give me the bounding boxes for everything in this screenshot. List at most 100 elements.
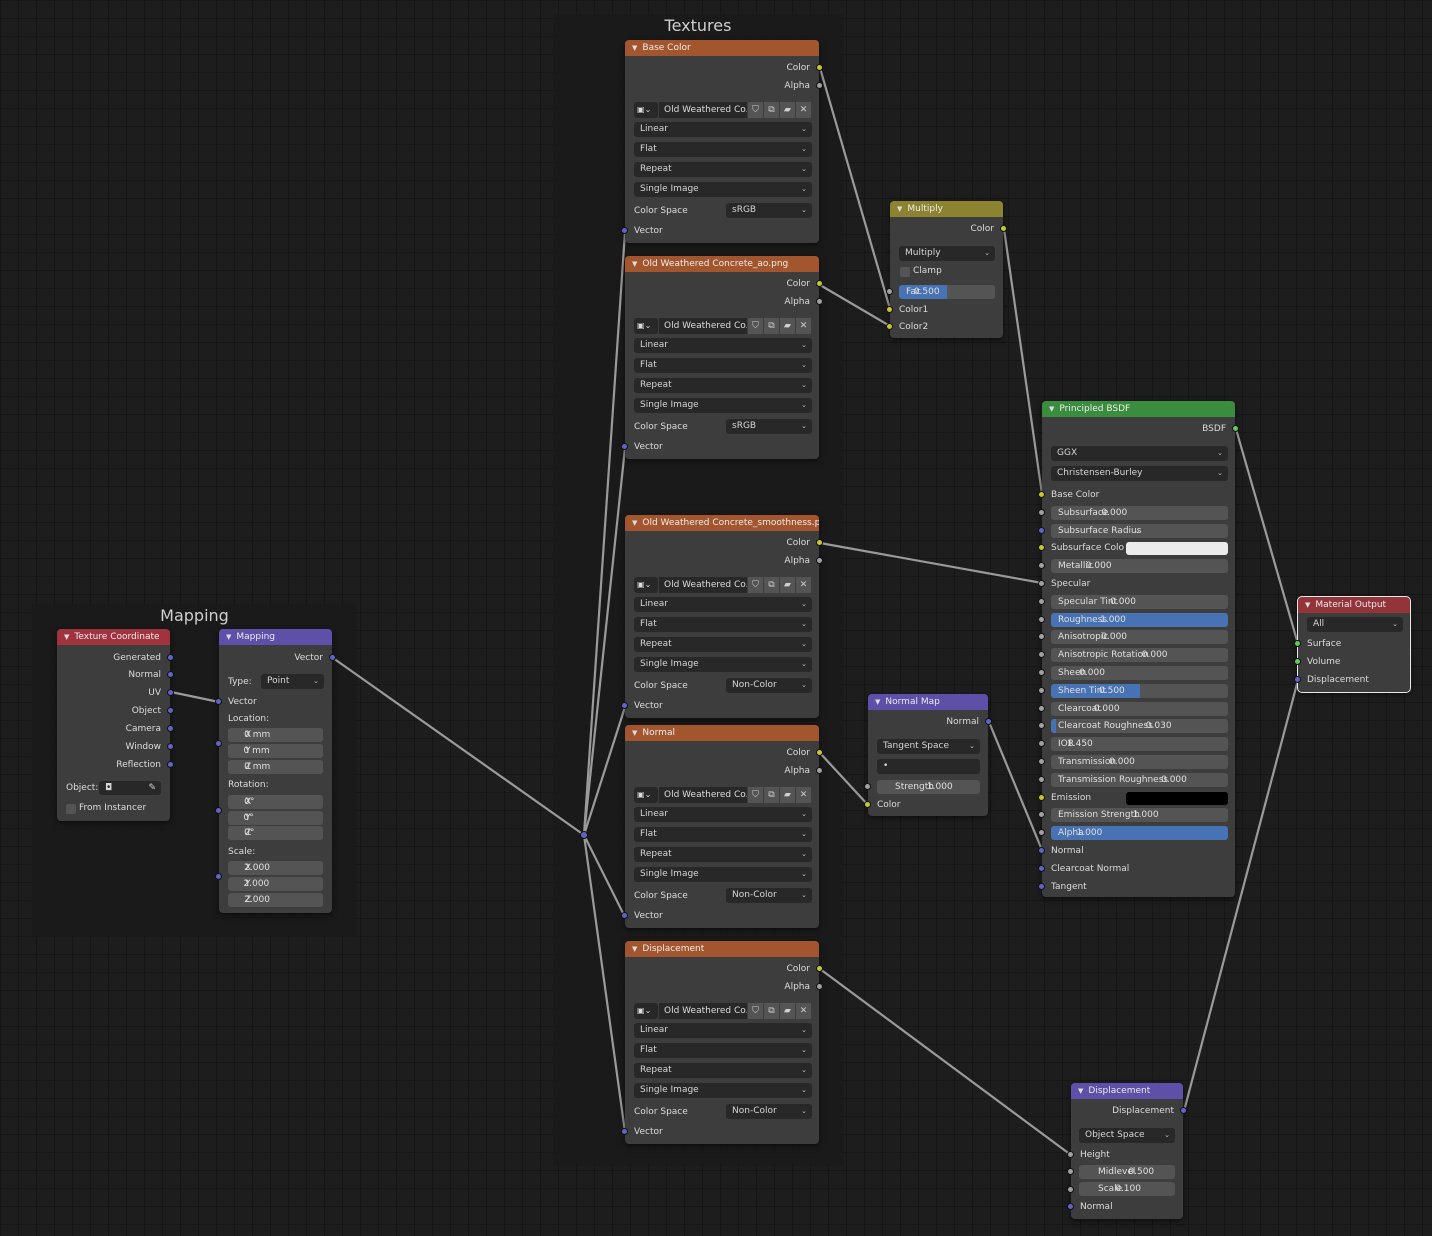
socket-in[interactable] xyxy=(1067,1168,1074,1175)
collapse-icon[interactable]: ▼ xyxy=(64,633,69,641)
socket-in[interactable] xyxy=(215,807,222,814)
collapse-icon[interactable]: ▼ xyxy=(875,698,880,706)
collapse-icon[interactable]: ▼ xyxy=(1078,1087,1083,1095)
socket-in[interactable] xyxy=(886,323,893,330)
image-selector[interactable]: ▣⌄ Old Weathered Co... ⛉ ⧉ ▰ ✕ xyxy=(634,318,812,334)
node-header[interactable]: ▼ Normal Map xyxy=(868,694,988,710)
colorspace-dropdown[interactable]: Non-Color ⌄ xyxy=(726,1104,812,1119)
collapse-icon[interactable]: ▼ xyxy=(632,260,637,268)
node-header[interactable]: ▼ Displacement xyxy=(1071,1083,1183,1099)
socket-out[interactable] xyxy=(816,749,823,756)
node-normal-map[interactable]: ▼ Normal Map Normal Tangent Space ⌄ • Stre… xyxy=(864,694,992,816)
socket-out[interactable] xyxy=(816,64,823,71)
socket-out[interactable] xyxy=(816,557,823,564)
socket-in[interactable] xyxy=(1038,758,1045,765)
node-header[interactable]: ▼ Old Weathered Concrete_ao.png xyxy=(625,256,819,272)
collapse-icon[interactable]: ▼ xyxy=(632,945,637,953)
image-selector[interactable]: ▣⌄ Old Weathered Co... ⛉ ⧉ ▰ ✕ xyxy=(634,1003,812,1019)
socket-in[interactable] xyxy=(1038,580,1045,587)
socket-out[interactable] xyxy=(816,965,823,972)
socket-in[interactable] xyxy=(621,227,628,234)
image-browse-button[interactable]: ▣⌄ xyxy=(634,1003,658,1019)
projection-dropdown[interactable]: Flat ⌄ xyxy=(634,142,812,157)
clearcoat-roughness-field[interactable]: Clearcoat Roughness0.030 xyxy=(1051,719,1228,734)
socket-out[interactable] xyxy=(816,82,823,89)
interpolation-dropdown[interactable]: Linear ⌄ xyxy=(634,597,812,612)
fake-user-shield-icon[interactable]: ⛉ xyxy=(748,787,763,803)
image-selector[interactable]: ▣⌄ Old Weathered Co... ⛉ ⧉ ▰ ✕ xyxy=(634,102,812,118)
socket-out[interactable] xyxy=(1180,1107,1187,1114)
close-icon[interactable]: ✕ xyxy=(796,318,811,334)
socket-in[interactable] xyxy=(864,783,871,790)
close-icon[interactable]: ✕ xyxy=(796,577,811,593)
socket-out[interactable] xyxy=(167,707,174,714)
colorspace-dropdown[interactable]: Non-Color ⌄ xyxy=(726,678,812,693)
socket-in[interactable] xyxy=(1038,847,1045,854)
location-y-field[interactable]: Y0 mm xyxy=(228,744,323,758)
object-field[interactable]: ◘ ✎ xyxy=(99,781,161,795)
collapse-icon[interactable]: ▼ xyxy=(897,205,902,213)
collapse-icon[interactable]: ▼ xyxy=(1049,405,1054,413)
specular-tint-field[interactable]: Specular Tint0.000 xyxy=(1051,594,1228,609)
node-image-texture[interactable]: ▼ Base Color Color Alpha ▣⌄ Old Weathered Co.… xyxy=(621,40,823,243)
socket-in[interactable] xyxy=(1294,658,1301,665)
midlevel-field[interactable]: Midlevel0.500 xyxy=(1079,1165,1175,1179)
socket-out[interactable] xyxy=(329,654,336,661)
close-icon[interactable]: ✕ xyxy=(796,787,811,803)
fake-user-shield-icon[interactable]: ⛉ xyxy=(748,1003,763,1019)
rotation-y-field[interactable]: Y0° xyxy=(228,811,323,825)
socket-in[interactable] xyxy=(621,702,628,709)
socket-in[interactable] xyxy=(621,912,628,919)
extension-dropdown[interactable]: Repeat ⌄ xyxy=(634,637,812,652)
socket-out[interactable] xyxy=(167,689,174,696)
blend-type-dropdown[interactable]: Multiply ⌄ xyxy=(899,246,995,261)
socket-in[interactable] xyxy=(1294,676,1301,683)
socket-out[interactable] xyxy=(1000,225,1007,232)
open-folder-icon[interactable]: ▰ xyxy=(780,577,795,593)
fake-user-shield-icon[interactable]: ⛉ xyxy=(748,102,763,118)
socket-in[interactable] xyxy=(1038,491,1045,498)
socket-in[interactable] xyxy=(1067,1186,1074,1193)
collapse-icon[interactable]: ▼ xyxy=(632,729,637,737)
interpolation-dropdown[interactable]: Linear ⌄ xyxy=(634,122,812,137)
socket-in[interactable] xyxy=(1038,686,1045,694)
socket-out[interactable] xyxy=(816,298,823,305)
socket-in[interactable] xyxy=(1038,704,1045,712)
socket-in[interactable] xyxy=(1038,651,1045,659)
extension-dropdown[interactable]: Repeat ⌄ xyxy=(634,162,812,177)
projection-dropdown[interactable]: Flat ⌄ xyxy=(634,1043,812,1058)
subsurface-field[interactable]: Subsurface0.000 xyxy=(1051,505,1228,520)
close-icon[interactable]: ✕ xyxy=(796,1003,811,1019)
from-instancer-checkbox[interactable] xyxy=(66,804,76,814)
anisotropic-field[interactable]: Anisotropic0.000 xyxy=(1051,630,1228,645)
socket-out[interactable] xyxy=(167,654,174,661)
location-x-field[interactable]: X0 mm xyxy=(228,728,323,742)
open-folder-icon[interactable]: ▰ xyxy=(780,787,795,803)
image-browse-button[interactable]: ▣⌄ xyxy=(634,318,658,334)
collapse-icon[interactable]: ▼ xyxy=(226,633,231,641)
socket-out[interactable] xyxy=(167,725,174,732)
node-header[interactable]: ▼ Base Color xyxy=(625,40,819,56)
source-dropdown[interactable]: Single Image ⌄ xyxy=(634,867,812,882)
node-material-output[interactable]: ▼ Material Output All ⌄ Surface Volume Dis… xyxy=(1294,596,1411,693)
projection-dropdown[interactable]: Flat ⌄ xyxy=(634,617,812,632)
socket-out[interactable] xyxy=(816,539,823,546)
image-browse-button[interactable]: ▣⌄ xyxy=(634,102,658,118)
metallic-field[interactable]: Metallic0.000 xyxy=(1051,559,1228,574)
socket-in[interactable] xyxy=(1038,811,1045,819)
source-dropdown[interactable]: Single Image ⌄ xyxy=(634,657,812,672)
node-image-texture[interactable]: ▼ Old Weathered Concrete_smoothness.png Co… xyxy=(621,515,823,718)
socket-out[interactable] xyxy=(816,767,823,774)
node-header[interactable]: ▼ Normal xyxy=(625,725,819,741)
image-name-field[interactable]: Old Weathered Co... xyxy=(659,318,747,334)
node-mapping[interactable]: ▼ Mapping Vector Type: Point ⌄ Vector Loca… xyxy=(215,629,336,913)
scale-x-field[interactable]: X2.000 xyxy=(228,861,323,875)
transmission-field[interactable]: Transmission0.000 xyxy=(1051,755,1228,769)
socket-in[interactable] xyxy=(621,443,628,450)
node-image-texture[interactable]: ▼ Displacement Color Alpha ▣⌄ Old Weathered C… xyxy=(621,941,823,1144)
socket-out[interactable] xyxy=(167,743,174,750)
socket-in[interactable] xyxy=(1038,597,1045,605)
node-header[interactable]: ▼ Texture Coordinate xyxy=(57,629,170,645)
socket-in[interactable] xyxy=(1038,882,1045,890)
source-dropdown[interactable]: Single Image ⌄ xyxy=(634,398,812,413)
